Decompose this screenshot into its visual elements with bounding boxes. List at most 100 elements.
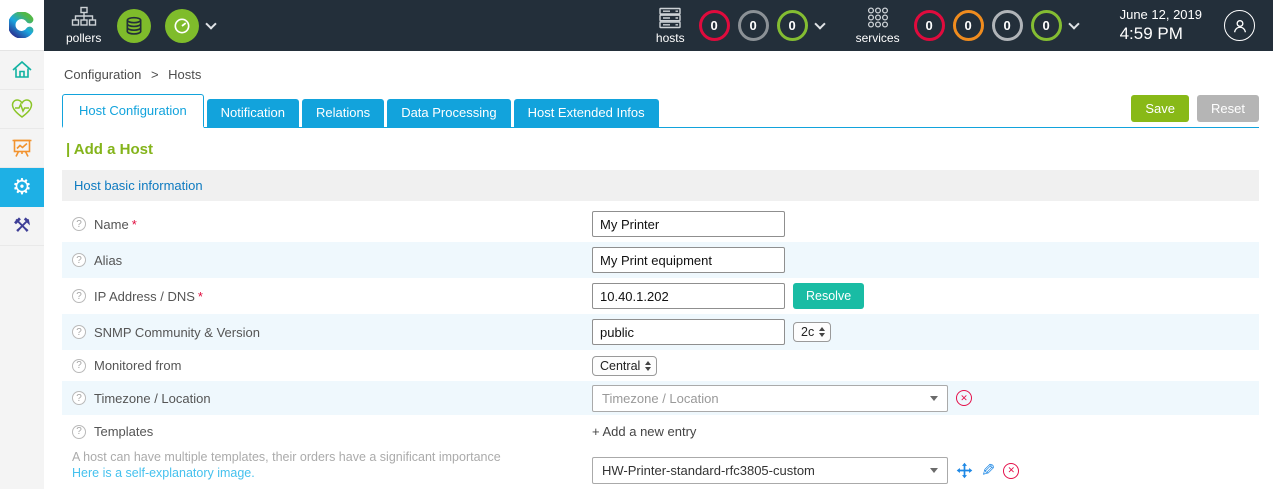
pollers-icon [71, 6, 96, 26]
current-date: June 12, 2019 [1119, 6, 1202, 22]
template-delete-icon[interactable]: ✕ [1003, 462, 1020, 479]
add-template-entry-link[interactable]: + Add a new entry [592, 424, 696, 439]
timezone-label: Timezone / Location [94, 390, 211, 406]
services-ok-badge[interactable]: 0 [1030, 10, 1062, 41]
database-icon [126, 16, 142, 35]
form-actions: Save Reset [1131, 95, 1259, 127]
gauge-status[interactable] [165, 8, 200, 43]
breadcrumb-hosts[interactable]: Hosts [168, 67, 201, 82]
dropdown-arrow-icon [930, 468, 938, 473]
section-host-basic-information: Host basic information [62, 170, 1259, 201]
tab-strip: Host Configuration Notification Relation… [62, 94, 1259, 128]
form-row-name: ? Name * [62, 206, 1259, 242]
resolve-button[interactable]: Resolve [793, 283, 865, 309]
services-label: services [855, 31, 900, 45]
hosts-up-badge[interactable]: 0 [776, 10, 808, 41]
gear-icon: ⚙ [12, 174, 32, 199]
snmp-version-select[interactable]: 2c [793, 322, 832, 342]
timezone-clear-icon[interactable]: ✕ [956, 390, 972, 406]
ip-input[interactable] [592, 283, 785, 309]
monitored-from-label: Monitored from [94, 358, 182, 373]
help-icon[interactable]: ? [72, 358, 86, 373]
tab-relations[interactable]: Relations [301, 99, 385, 127]
alias-label: Alias [94, 252, 123, 268]
current-time: 4:59 PM [1119, 24, 1183, 43]
main-content: Configuration > Hosts Host Configuration… [44, 51, 1273, 489]
help-icon[interactable]: ? [72, 217, 86, 231]
database-status[interactable] [117, 8, 152, 43]
services-unknown-badge[interactable]: 0 [991, 10, 1023, 41]
poller-details-chevron-icon[interactable] [205, 18, 218, 30]
templates-help-link[interactable]: Here is a self-explanatory image. [72, 466, 592, 480]
sidebar-item-monitoring[interactable] [0, 90, 44, 129]
heart-pulse-icon [11, 99, 33, 118]
user-icon [1233, 19, 1246, 32]
help-icon[interactable]: ? [72, 391, 86, 405]
tab-host-extended-infos[interactable]: Host Extended Infos [513, 99, 659, 127]
help-icon[interactable]: ? [72, 325, 86, 339]
help-icon[interactable]: ? [72, 424, 86, 439]
hosts-icon [659, 7, 681, 29]
templates-help-text: A host can have multiple templates, thei… [72, 450, 501, 464]
form-row-monitored-from: ? Monitored from Central [62, 350, 1259, 381]
tab-host-configuration[interactable]: Host Configuration [62, 94, 204, 128]
chart-board-icon [12, 139, 32, 157]
tab-notification[interactable]: Notification [206, 99, 299, 127]
breadcrumb-configuration[interactable]: Configuration [64, 67, 141, 82]
dropdown-arrow-icon [930, 395, 938, 401]
clock: June 12, 2019 4:59 PM [1120, 7, 1202, 45]
breadcrumb: Configuration > Hosts [62, 51, 1259, 94]
hosts-status-group: hosts 0 0 0 [656, 6, 830, 45]
user-menu[interactable] [1224, 10, 1255, 41]
services-warning-badge[interactable]: 0 [952, 10, 984, 41]
services-critical-badge[interactable]: 0 [913, 10, 945, 41]
select-spinner-icon [819, 327, 826, 337]
snmp-label: SNMP Community & Version [94, 324, 260, 340]
reset-button[interactable]: Reset [1197, 95, 1259, 122]
pollers-label: pollers [66, 31, 102, 45]
services-icon [867, 7, 888, 28]
sidebar-item-configuration[interactable]: ⚙ [0, 168, 44, 207]
hosts-menu[interactable]: hosts [656, 6, 685, 45]
save-button[interactable]: Save [1131, 95, 1190, 122]
hosts-label: hosts [655, 31, 685, 45]
centreon-logo[interactable] [0, 0, 44, 51]
hosts-down-badge[interactable]: 0 [698, 10, 730, 41]
form-row-snmp: ? SNMP Community & Version 2c [62, 314, 1259, 350]
hosts-details-chevron-icon[interactable] [813, 18, 826, 30]
help-icon[interactable]: ? [72, 253, 86, 267]
form-row-templates: ? Templates A host can have multiple tem… [62, 415, 1259, 489]
name-label: Name * [94, 216, 137, 232]
page-title: | Add a Host [66, 141, 153, 158]
services-menu[interactable]: services [856, 6, 900, 45]
template-select-value: HW-Printer-standard-rfc3805-custom [602, 463, 815, 478]
sidebar-item-reporting[interactable] [0, 129, 44, 168]
name-input[interactable] [592, 211, 785, 237]
gauge-icon [174, 18, 190, 33]
sidebar-item-home[interactable] [0, 51, 44, 90]
top-bar: pollers hosts 0 0 0 services 0 0 0 0 Jun… [44, 0, 1273, 51]
sidebar-item-administration[interactable]: ⚒ [0, 207, 44, 246]
form-row-ip: ? IP Address / DNS* Resolve [62, 278, 1259, 314]
pollers-menu[interactable]: pollers [66, 6, 101, 45]
template-move-icon[interactable] [956, 462, 973, 479]
form-row-timezone: ? Timezone / Location Timezone / Locatio… [62, 381, 1259, 415]
breadcrumb-separator: > [150, 67, 159, 82]
template-edit-icon[interactable]: ✎ [981, 461, 995, 481]
form-row-alias: ? Alias [62, 242, 1259, 278]
tab-data-processing[interactable]: Data Processing [387, 99, 511, 127]
centreon-logo-icon [9, 12, 34, 38]
sidebar-nav: ⚙ ⚒ [0, 51, 44, 489]
ip-label: IP Address / DNS * [94, 288, 203, 304]
select-spinner-icon [645, 360, 652, 371]
tools-icon: ⚒ [13, 215, 31, 237]
timezone-select[interactable]: Timezone / Location [592, 384, 948, 412]
monitored-from-select[interactable]: Central [592, 355, 658, 376]
template-select[interactable]: HW-Printer-standard-rfc3805-custom [592, 457, 948, 484]
alias-input[interactable] [592, 247, 785, 273]
snmp-community-input[interactable] [592, 319, 785, 345]
services-details-chevron-icon[interactable] [1067, 18, 1080, 30]
help-icon[interactable]: ? [72, 289, 86, 303]
hosts-unreachable-badge[interactable]: 0 [737, 10, 769, 41]
services-status-group: services 0 0 0 0 [856, 6, 1084, 45]
